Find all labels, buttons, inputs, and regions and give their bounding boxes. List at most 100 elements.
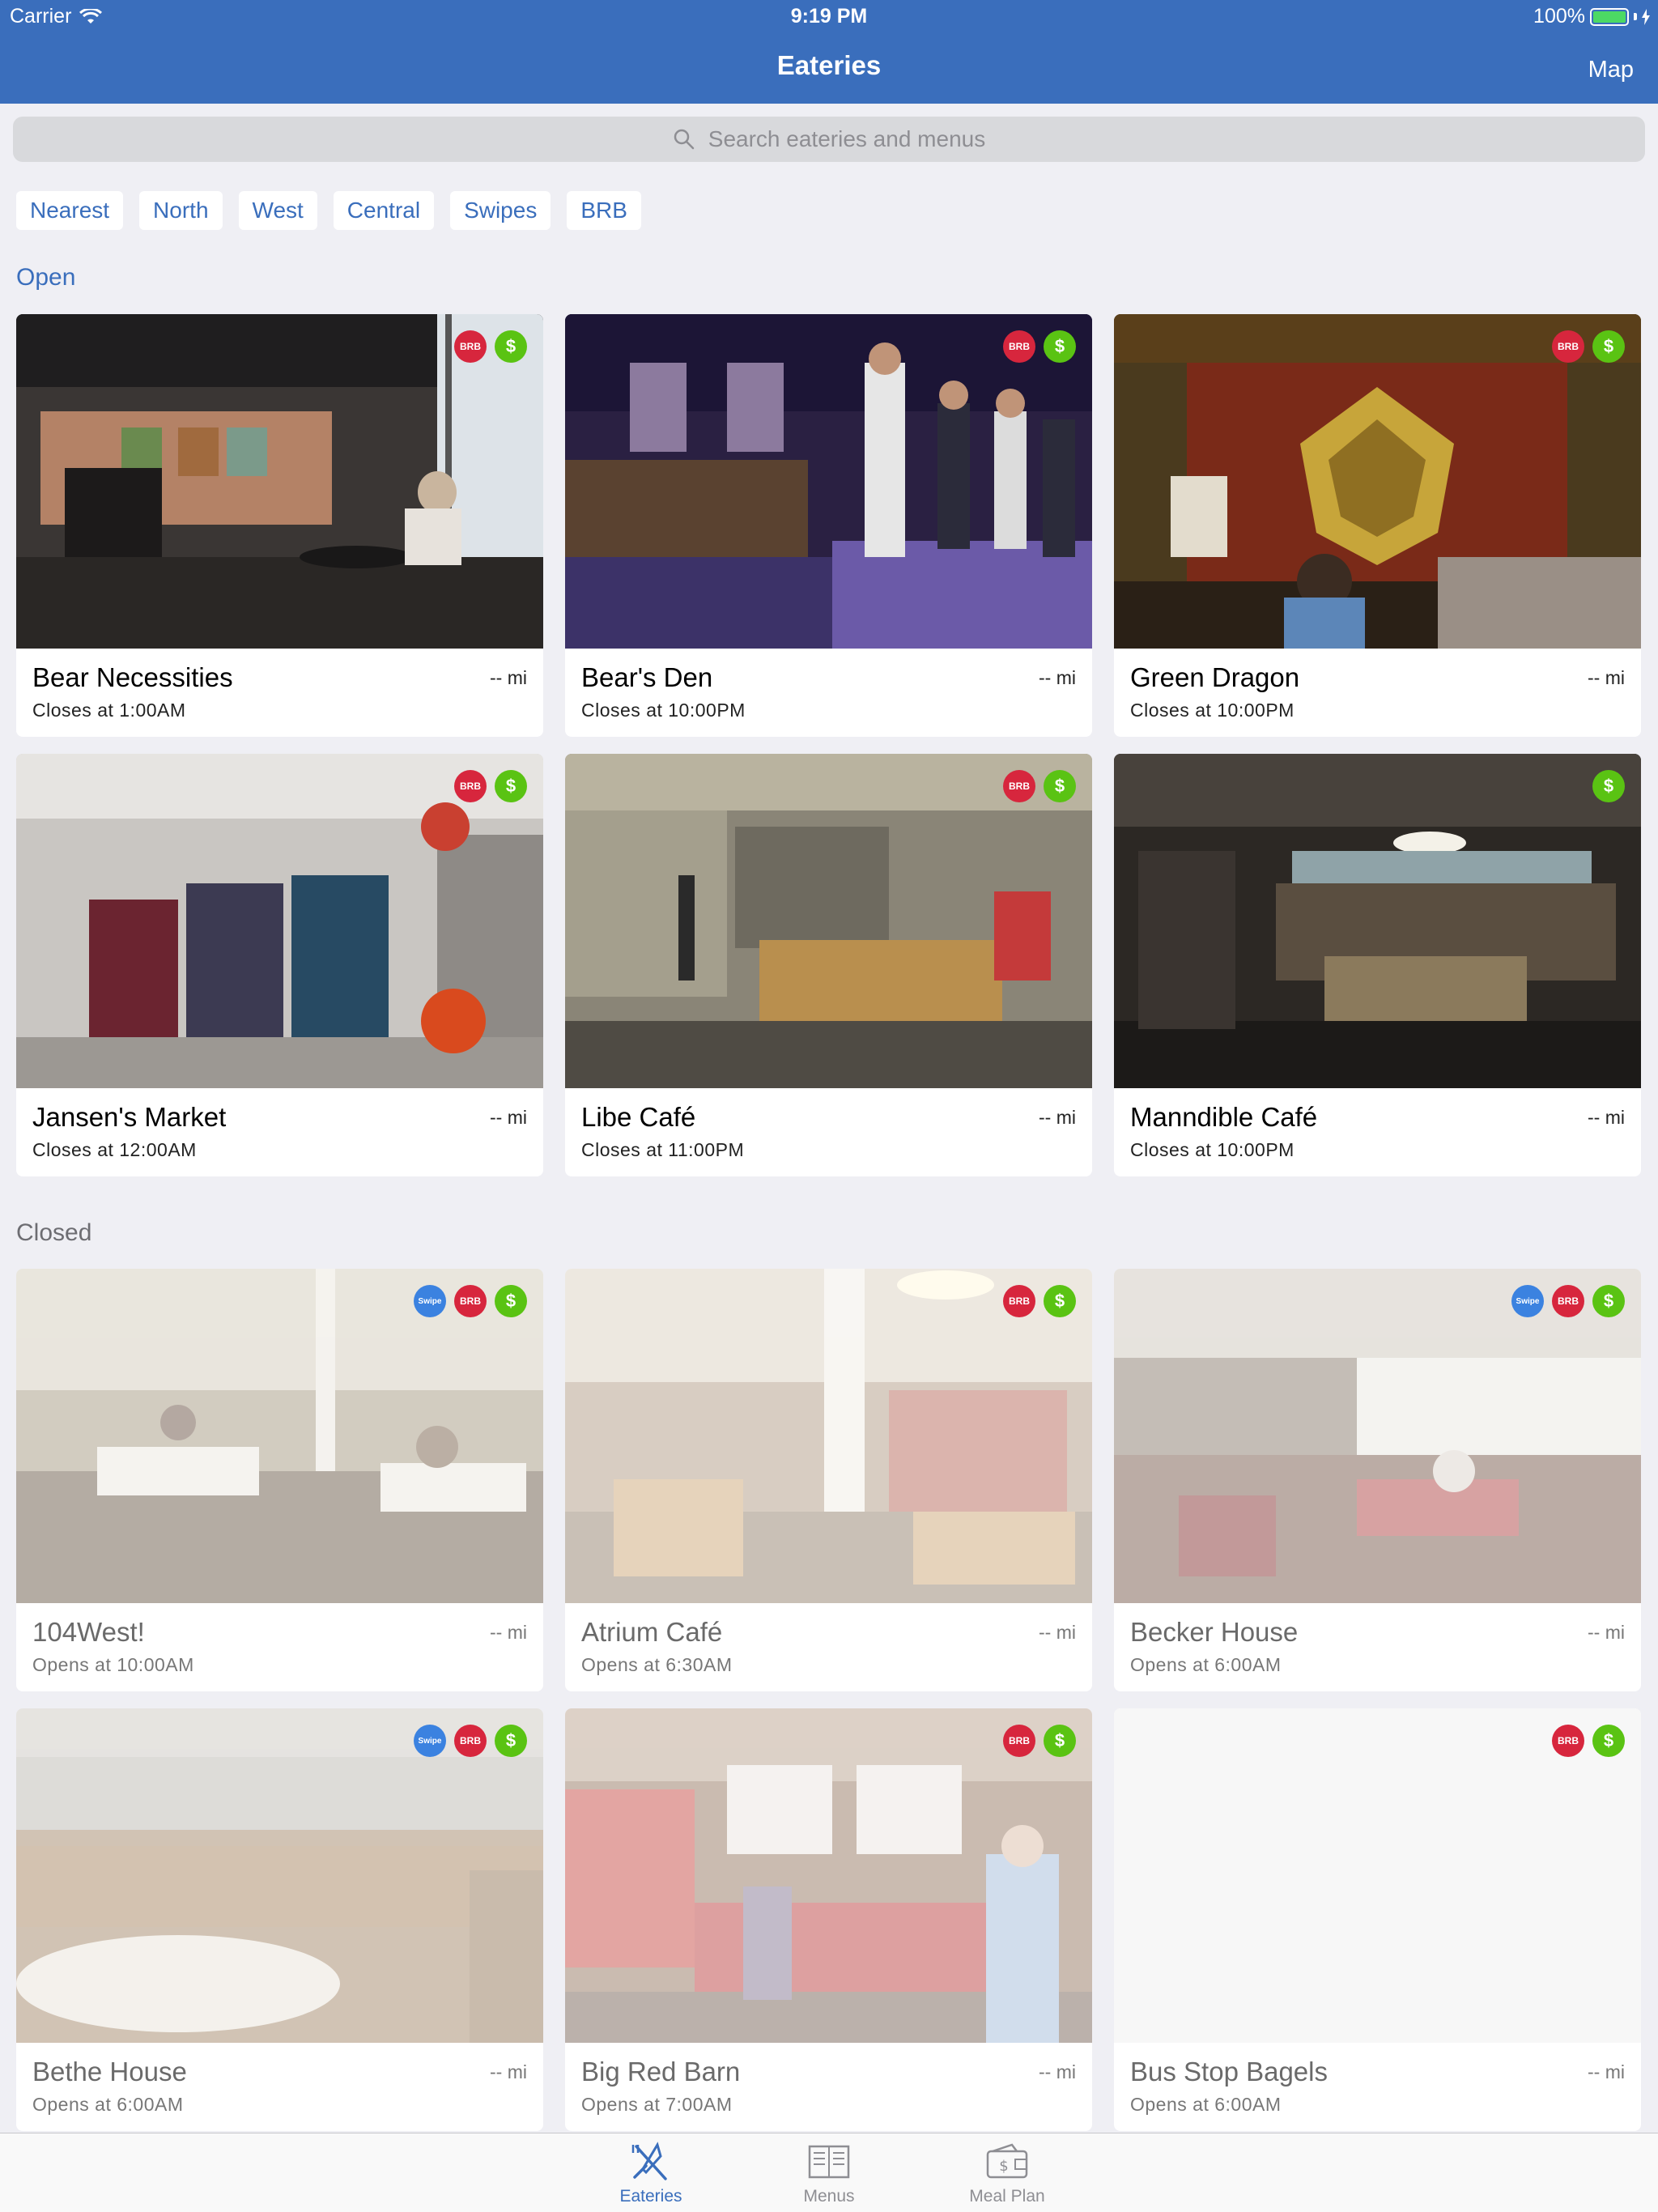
filter-swipes[interactable]: Swipes bbox=[450, 191, 551, 230]
fork-knife-icon bbox=[631, 2142, 667, 2180]
cash-badge: $ bbox=[1044, 770, 1076, 802]
page-title: Eateries bbox=[776, 50, 882, 80]
tab-eateries[interactable]: Eateries bbox=[594, 2142, 708, 2206]
cash-badge: $ bbox=[1044, 1285, 1076, 1317]
swipe-badge: Swipe bbox=[1511, 1285, 1544, 1317]
cash-badge: $ bbox=[1044, 330, 1076, 363]
brb-badge: BRB bbox=[1003, 330, 1035, 363]
battery-icon bbox=[1590, 7, 1629, 26]
eatery-photo bbox=[565, 1269, 1092, 1603]
eatery-photo bbox=[16, 314, 543, 649]
payment-badges: Swipe BRB $ bbox=[1511, 1285, 1625, 1317]
tab-bar: Eateries Menus $ Meal Plan bbox=[0, 2133, 1658, 2212]
tab-label: Eateries bbox=[619, 2187, 682, 2206]
filter-west[interactable]: West bbox=[238, 191, 317, 230]
section-header-closed: Closed bbox=[16, 1219, 92, 1246]
eatery-name: Bear Necessities bbox=[32, 662, 233, 692]
eatery-card[interactable]: Swipe BRB $ Becker House -- mi Opens at … bbox=[1114, 1269, 1641, 1691]
brb-badge: BRB bbox=[1552, 1725, 1584, 1757]
eatery-name: Libe Café bbox=[581, 1102, 696, 1132]
eatery-hours: Opens at 6:30AM bbox=[581, 1654, 733, 1675]
menu-book-icon bbox=[808, 2145, 850, 2179]
eatery-distance: -- mi bbox=[1588, 1107, 1625, 1128]
status-bar: Carrier 9:19 PM 100% bbox=[0, 3, 1658, 32]
eatery-hours: Closes at 10:00PM bbox=[581, 700, 746, 721]
eatery-distance: -- mi bbox=[1039, 667, 1076, 688]
eatery-photo bbox=[565, 314, 1092, 649]
search-field[interactable]: Search eateries and menus bbox=[13, 117, 1645, 162]
eatery-hours: Closes at 10:00PM bbox=[1130, 700, 1295, 721]
brb-badge: BRB bbox=[1552, 1285, 1584, 1317]
eatery-card[interactable]: BRB $ Bear Necessities -- mi Closes at 1… bbox=[16, 314, 543, 737]
wallet-icon: $ bbox=[986, 2143, 1028, 2179]
open-eateries-grid: BRB $ Bear Necessities -- mi Closes at 1… bbox=[16, 314, 1642, 1176]
battery-group: 100% bbox=[1533, 5, 1650, 28]
filter-north[interactable]: North bbox=[139, 191, 223, 230]
eatery-card[interactable]: BRB $ Big Red Barn -- mi Opens at 7:00AM bbox=[565, 1708, 1092, 2131]
tab-label: Menus bbox=[803, 2187, 855, 2206]
status-time: 9:19 PM bbox=[790, 5, 868, 28]
eatery-hours: Closes at 11:00PM bbox=[581, 1139, 745, 1160]
payment-badges: BRB $ bbox=[1003, 1285, 1076, 1317]
eatery-card[interactable]: Swipe BRB $ 104West! -- mi Opens at 10:0… bbox=[16, 1269, 543, 1691]
eatery-distance: -- mi bbox=[1588, 667, 1625, 688]
eatery-name: 104West! bbox=[32, 1617, 145, 1647]
eatery-hours: Opens at 6:00AM bbox=[1130, 1654, 1282, 1675]
eatery-name: Manndible Café bbox=[1130, 1102, 1318, 1132]
eatery-name: Bear's Den bbox=[581, 662, 713, 692]
eatery-photo bbox=[16, 754, 543, 1088]
eatery-name: Bethe House bbox=[32, 2057, 187, 2087]
filter-brb[interactable]: BRB bbox=[567, 191, 641, 230]
payment-badges: BRB $ bbox=[454, 770, 527, 802]
search-placeholder: Search eateries and menus bbox=[708, 126, 986, 151]
payment-badges: BRB $ bbox=[1003, 330, 1076, 363]
eatery-card[interactable]: BRB $ Green Dragon -- mi Closes at 10:00… bbox=[1114, 314, 1641, 737]
eatery-name: Bus Stop Bagels bbox=[1130, 2057, 1328, 2087]
eatery-card[interactable]: BRB $ Atrium Café -- mi Opens at 6:30AM bbox=[565, 1269, 1092, 1691]
eatery-card[interactable]: BRB $ Bear's Den -- mi Closes at 10:00PM bbox=[565, 314, 1092, 737]
cash-badge: $ bbox=[1592, 1285, 1625, 1317]
eatery-distance: -- mi bbox=[1039, 1107, 1076, 1128]
cash-badge: $ bbox=[1044, 1725, 1076, 1757]
eatery-card[interactable]: Swipe BRB $ Bethe House -- mi Opens at 6… bbox=[16, 1708, 543, 2131]
payment-badges: Swipe BRB $ bbox=[414, 1285, 527, 1317]
brb-badge: BRB bbox=[454, 1725, 487, 1757]
filter-central[interactable]: Central bbox=[333, 191, 435, 230]
eatery-photo bbox=[1114, 1269, 1641, 1603]
eatery-photo bbox=[565, 1708, 1092, 2043]
eatery-card[interactable]: $ Manndible Café -- mi Closes at 10:00PM bbox=[1114, 754, 1641, 1176]
cash-badge: $ bbox=[495, 770, 527, 802]
brb-badge: BRB bbox=[1552, 330, 1584, 363]
eatery-photo bbox=[16, 1269, 543, 1603]
eatery-distance: -- mi bbox=[490, 2061, 527, 2082]
eatery-card[interactable]: BRB $ Jansen's Market -- mi Closes at 12… bbox=[16, 754, 543, 1176]
eatery-hours: Closes at 1:00AM bbox=[32, 700, 186, 721]
payment-badges: BRB $ bbox=[1003, 1725, 1076, 1757]
svg-text:$: $ bbox=[999, 2158, 1008, 2175]
navigation-bar: Carrier 9:19 PM 100% Eateries Map bbox=[0, 0, 1658, 104]
eatery-photo bbox=[565, 754, 1092, 1088]
eatery-name: Big Red Barn bbox=[581, 2057, 741, 2087]
eatery-distance: -- mi bbox=[1588, 2061, 1625, 2082]
eatery-distance: -- mi bbox=[1588, 1622, 1625, 1643]
cash-badge: $ bbox=[495, 1725, 527, 1757]
cash-badge: $ bbox=[495, 330, 527, 363]
map-button[interactable]: Map bbox=[1588, 57, 1634, 83]
eatery-photo bbox=[16, 1708, 543, 2043]
tab-meal-plan[interactable]: $ Meal Plan bbox=[950, 2142, 1064, 2206]
tab-menus[interactable]: Menus bbox=[772, 2142, 886, 2206]
filter-nearest[interactable]: Nearest bbox=[16, 191, 124, 230]
eatery-card[interactable]: BRB $ Bus Stop Bagels -- mi Opens at 6:0… bbox=[1114, 1708, 1641, 2131]
battery-percent: 100% bbox=[1533, 5, 1585, 28]
eatery-card[interactable]: BRB $ Libe Café -- mi Closes at 11:00PM bbox=[565, 754, 1092, 1176]
eatery-hours: Closes at 10:00PM bbox=[1130, 1139, 1295, 1160]
eatery-distance: -- mi bbox=[490, 1622, 527, 1643]
eatery-name: Atrium Café bbox=[581, 1617, 723, 1647]
brb-badge: BRB bbox=[454, 330, 487, 363]
payment-badges: BRB $ bbox=[454, 330, 527, 363]
eatery-hours: Opens at 6:00AM bbox=[1130, 2094, 1282, 2115]
eatery-name: Becker House bbox=[1130, 1617, 1299, 1647]
eatery-hours: Opens at 7:00AM bbox=[581, 2094, 733, 2115]
cash-badge: $ bbox=[1592, 1725, 1625, 1757]
eatery-distance: -- mi bbox=[1039, 2061, 1076, 2082]
